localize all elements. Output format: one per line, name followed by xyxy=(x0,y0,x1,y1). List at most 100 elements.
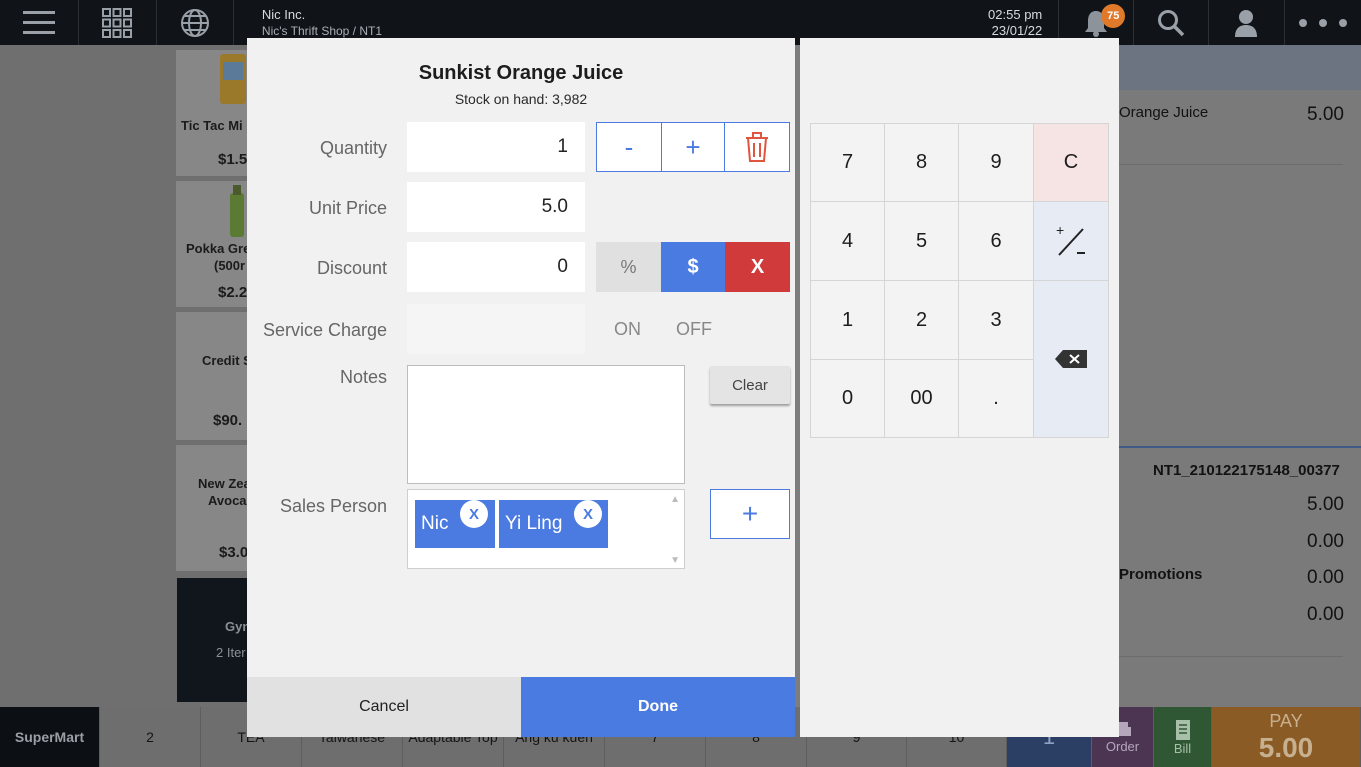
key-5[interactable]: 5 xyxy=(884,201,959,281)
quantity-label: Quantity xyxy=(319,138,387,158)
add-sales-person-button[interactable]: + xyxy=(710,489,790,539)
order-panel-header xyxy=(1119,45,1361,90)
remove-sales-person-button[interactable]: X xyxy=(460,500,488,528)
key-0[interactable]: 0 xyxy=(810,359,885,438)
sales-person-name: Yi Ling xyxy=(505,513,563,534)
key-1[interactable]: 1 xyxy=(810,280,885,360)
unit-price-label: Unit Price xyxy=(308,198,387,218)
company-name: Nic Inc. xyxy=(261,6,306,22)
language-button[interactable] xyxy=(157,0,234,45)
category-count: 2 Iter xyxy=(216,645,246,660)
search-icon xyxy=(1157,9,1185,36)
product-price: $2.2 xyxy=(218,284,248,301)
user-button[interactable] xyxy=(1209,0,1285,45)
product-image xyxy=(230,185,244,237)
sales-person-list[interactable]: Nic X Yi Ling X ▲ ▼ xyxy=(407,489,685,569)
user-icon xyxy=(1235,9,1258,37)
pay-label: PAY xyxy=(1269,710,1303,731)
category-tile[interactable]: Gym 2 Iter xyxy=(177,578,254,702)
key-8[interactable]: 8 xyxy=(884,123,959,202)
dialog-title: Sunkist Orange Juice xyxy=(418,62,624,84)
product-tile[interactable]: Tic Tac Mi $1.5 xyxy=(176,50,247,176)
divider xyxy=(1119,656,1343,657)
key-backspace[interactable] xyxy=(1033,280,1109,438)
clock-time: 02:55 pm xyxy=(988,6,1043,22)
divider xyxy=(1119,164,1343,165)
sales-person-name: Nic xyxy=(421,513,449,534)
increase-quantity-button[interactable]: + xyxy=(661,122,725,172)
scroll-down-icon[interactable]: ▼ xyxy=(670,555,680,566)
receipt-icon xyxy=(1175,719,1190,740)
key-2[interactable]: 2 xyxy=(884,280,959,360)
subtotal-value: 5.00 xyxy=(1307,494,1344,515)
key-3[interactable]: 3 xyxy=(958,280,1034,360)
promotions-label: Promotions xyxy=(1119,566,1203,583)
scroll-up-icon[interactable]: ▲ xyxy=(670,494,680,505)
key-4[interactable]: 4 xyxy=(810,201,885,281)
service-charge-label: Service Charge xyxy=(262,320,387,340)
order-id: NT1_210122175148_00377 xyxy=(1153,462,1340,479)
unit-price-input[interactable]: 5.0 xyxy=(407,182,585,232)
category-tab[interactable]: 2 xyxy=(100,707,201,767)
backspace-icon xyxy=(1055,350,1087,368)
decrease-quantity-button[interactable]: - xyxy=(596,122,662,172)
store-name: Nic's Thrift Shop / NT1 xyxy=(261,23,383,38)
product-price: $1.5 xyxy=(218,151,248,168)
pay-button[interactable]: PAY 5.00 xyxy=(1212,707,1361,767)
svg-text:+: + xyxy=(1056,223,1064,238)
keypad-panel: 7 8 9 C 4 5 6 + 1 2 3 0 00 . xyxy=(800,38,1119,737)
key-clear[interactable]: C xyxy=(1033,123,1109,202)
done-button[interactable]: Done xyxy=(521,677,795,737)
product-image xyxy=(220,54,246,104)
service-charge-on-toggle[interactable]: ON xyxy=(614,319,641,339)
discount-input[interactable]: 0 xyxy=(407,242,585,292)
product-name: Tic Tac Mi xyxy=(181,118,243,133)
pay-amount: 5.00 xyxy=(1258,731,1314,763)
order-item-price: 5.00 xyxy=(1307,104,1344,125)
discount-dollar-toggle[interactable]: $ xyxy=(661,242,725,292)
quantity-input[interactable]: 1 xyxy=(407,122,585,172)
discount-percent-toggle[interactable]: % xyxy=(596,242,661,292)
service-charge-input[interactable] xyxy=(407,304,585,354)
remove-sales-person-button[interactable]: X xyxy=(574,500,602,528)
plus-minus-icon: + xyxy=(1056,223,1085,256)
apps-button[interactable] xyxy=(79,0,157,45)
key-9[interactable]: 9 xyxy=(958,123,1034,202)
remove-discount-button[interactable]: X xyxy=(725,242,790,292)
order-item-name: Orange Juice xyxy=(1119,104,1209,121)
search-button[interactable] xyxy=(1134,0,1210,45)
bill-label: Bill xyxy=(1173,740,1192,756)
stock-on-hand: Stock on hand: 3,982 xyxy=(454,91,588,107)
sales-person-label: Sales Person xyxy=(279,496,387,516)
key-decimal[interactable]: . xyxy=(958,359,1034,438)
globe-icon xyxy=(180,8,209,37)
apps-grid-icon xyxy=(102,7,133,38)
bill-button[interactable]: Bill xyxy=(1154,707,1212,767)
more-icon xyxy=(1298,18,1347,27)
tax-value: 0.00 xyxy=(1307,531,1344,552)
cancel-button[interactable]: Cancel xyxy=(247,677,521,737)
product-tile[interactable]: Pokka Gre (500r $2.2 xyxy=(176,181,250,307)
key-6[interactable]: 6 xyxy=(958,201,1034,281)
more-button[interactable] xyxy=(1285,0,1361,45)
notes-textarea[interactable] xyxy=(407,365,685,484)
store-brand-button[interactable]: SuperMart xyxy=(0,707,100,767)
trash-icon xyxy=(746,132,768,162)
service-charge-off-toggle[interactable]: OFF xyxy=(676,319,712,339)
key-plus-minus[interactable]: + xyxy=(1033,201,1109,281)
menu-icon xyxy=(23,10,56,34)
divider xyxy=(1119,446,1361,448)
product-tile[interactable]: New Zea Avoca $3.0 xyxy=(176,445,251,571)
product-price: $90. xyxy=(213,412,243,429)
key-7[interactable]: 7 xyxy=(810,123,885,202)
clock-date: 23/01/22 xyxy=(991,22,1043,38)
product-price: $3.0 xyxy=(219,544,249,561)
delete-item-button[interactable] xyxy=(724,122,790,172)
discount-label: Discount xyxy=(316,258,387,278)
rounding-value: 0.00 xyxy=(1307,604,1344,625)
clear-notes-button[interactable]: Clear xyxy=(710,366,790,404)
key-00[interactable]: 00 xyxy=(884,359,959,438)
menu-button[interactable] xyxy=(0,0,80,45)
notes-label: Notes xyxy=(339,367,387,387)
product-tile[interactable]: Credit S $90. xyxy=(176,312,252,440)
